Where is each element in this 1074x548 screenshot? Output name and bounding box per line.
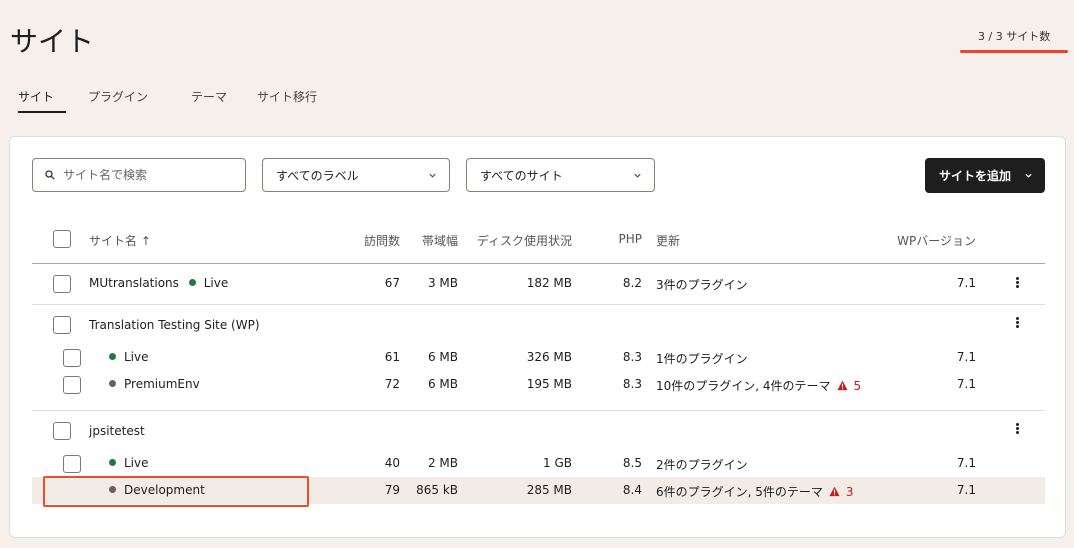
visits-cell: 79 xyxy=(384,483,400,497)
tab-plugins[interactable]: プラグイン xyxy=(88,88,148,105)
site-name[interactable]: Translation Testing Site (WP) xyxy=(89,318,260,332)
warning-icon xyxy=(829,486,840,497)
visits-cell: 61 xyxy=(384,350,400,364)
active-tab-indicator xyxy=(18,111,66,113)
site-checkbox[interactable] xyxy=(53,316,71,334)
php-cell: 8.2 xyxy=(622,276,642,290)
column-header-bandwidth[interactable]: 帯域幅 xyxy=(408,232,458,249)
updates-text: 6件のプラグイン, 5件のテーマ xyxy=(656,485,823,499)
updates-cell[interactable]: 10件のプラグイン, 4件のテーマ 5 xyxy=(656,377,861,394)
annotation-underline xyxy=(960,50,1068,53)
column-header-php[interactable]: PHP xyxy=(600,232,643,246)
vulnerability-warning[interactable]: 5 xyxy=(837,379,862,393)
header-divider xyxy=(32,263,1045,264)
search-box[interactable] xyxy=(32,158,246,192)
disk-usage-cell: 326 MB xyxy=(526,350,572,364)
warning-icon xyxy=(837,380,848,391)
php-cell: 8.5 xyxy=(622,456,642,470)
column-header-updates[interactable]: 更新 xyxy=(656,232,680,249)
site-filter-select[interactable]: すべてのサイト xyxy=(466,158,655,192)
column-header-site-name[interactable]: サイト名 ↑ xyxy=(89,232,151,249)
bandwidth-cell: 6 MB xyxy=(427,377,458,391)
page-title: サイト xyxy=(10,25,95,58)
vulnerability-warning[interactable]: 3 xyxy=(829,485,854,499)
row-divider xyxy=(32,304,1045,305)
row-divider xyxy=(32,410,1045,411)
bandwidth-cell: 2 MB xyxy=(427,456,458,470)
live-status-dot xyxy=(188,279,196,286)
wp-version-cell: 7.1 xyxy=(956,456,976,470)
env-name: Live xyxy=(124,456,149,470)
tab-sites[interactable]: サイト xyxy=(18,88,54,105)
table-row[interactable]: PremiumEnv 72 6 MB 195 MB 8.3 10件のプラグイン,… xyxy=(32,371,1045,398)
visits-cell: 72 xyxy=(384,377,400,391)
updates-cell[interactable]: 2件のプラグイン xyxy=(656,456,748,473)
table-row[interactable]: Live 40 2 MB 1 GB 8.5 2件のプラグイン 7.1 xyxy=(32,450,1045,477)
env-name: Live xyxy=(124,350,149,364)
visits-cell: 40 xyxy=(384,456,400,470)
bandwidth-cell: 6 MB xyxy=(427,350,458,364)
label-filter-select[interactable]: すべてのラベル xyxy=(262,158,450,192)
table-row[interactable]: Live 61 6 MB 326 MB 8.3 1件のプラグイン 7.1 xyxy=(32,344,1045,371)
site-filter-value: すべてのサイト xyxy=(480,168,563,183)
warning-count: 5 xyxy=(853,379,862,393)
chevron-down-icon xyxy=(1025,173,1032,178)
php-cell: 8.3 xyxy=(622,350,642,364)
updates-cell[interactable]: 3件のプラグイン xyxy=(656,276,748,293)
non-live-status-dot xyxy=(109,380,116,387)
site-name[interactable]: jpsitetest xyxy=(89,424,145,438)
disk-usage-cell: 195 MB xyxy=(526,377,572,391)
select-all-checkbox[interactable] xyxy=(53,230,71,248)
env-name: PremiumEnv xyxy=(124,377,200,391)
site-name-cell[interactable]: MUtranslations Live xyxy=(89,276,228,290)
wp-version-cell: 7.1 xyxy=(956,483,976,497)
updates-cell[interactable]: 1件のプラグイン xyxy=(656,350,748,367)
label-filter-value: すべてのラベル xyxy=(276,168,359,183)
env-name-cell[interactable]: Live xyxy=(109,456,149,470)
php-cell: 8.4 xyxy=(622,483,642,497)
site-name: MUtranslations xyxy=(89,276,179,290)
env-name: Live xyxy=(203,276,229,290)
table-row[interactable]: MUtranslations Live 67 3 MB 182 MB 8.2 3… xyxy=(32,270,1045,297)
env-name-cell[interactable]: Live xyxy=(109,350,149,364)
wp-version-cell: 7.1 xyxy=(956,276,976,290)
wp-version-cell: 7.1 xyxy=(956,350,976,364)
bandwidth-cell: 865 kB xyxy=(416,483,458,497)
wp-version-cell: 7.1 xyxy=(956,377,976,391)
annotation-highlight-box xyxy=(43,476,309,507)
column-header-disk-usage[interactable]: ディスク使用状況 xyxy=(462,232,572,249)
env-name-cell[interactable]: PremiumEnv xyxy=(109,377,200,391)
disk-usage-cell: 1 GB xyxy=(543,456,572,470)
search-icon xyxy=(45,170,55,180)
warning-count: 3 xyxy=(845,485,854,499)
column-header-wp-version[interactable]: WPバージョン xyxy=(866,232,976,249)
bandwidth-cell: 3 MB xyxy=(427,276,458,290)
disk-usage-cell: 182 MB xyxy=(526,276,572,290)
php-cell: 8.3 xyxy=(622,377,642,391)
chevron-down-icon xyxy=(429,173,436,178)
chevron-down-icon xyxy=(634,173,641,178)
live-status-dot xyxy=(109,459,116,466)
live-status-dot xyxy=(109,353,116,360)
row-menu-icon[interactable] xyxy=(1012,276,1022,292)
site-count: 3 / 3 サイト数 xyxy=(978,30,1051,43)
tab-themes[interactable]: テーマ xyxy=(191,88,227,105)
updates-text: 10件のプラグイン, 4件のテーマ xyxy=(656,379,831,393)
row-menu-icon[interactable] xyxy=(1012,422,1022,438)
column-header-visits[interactable]: 訪問数 xyxy=(350,232,400,249)
add-site-label: サイトを追加 xyxy=(939,169,1012,183)
search-input[interactable] xyxy=(63,168,233,182)
add-site-button[interactable]: サイトを追加 xyxy=(925,158,1045,193)
row-menu-icon[interactable] xyxy=(1012,316,1022,332)
disk-usage-cell: 285 MB xyxy=(526,483,572,497)
updates-cell[interactable]: 6件のプラグイン, 5件のテーマ 3 xyxy=(656,483,854,500)
site-checkbox[interactable] xyxy=(53,422,71,440)
visits-cell: 67 xyxy=(384,276,400,290)
tab-site-migration[interactable]: サイト移行 xyxy=(257,88,317,105)
